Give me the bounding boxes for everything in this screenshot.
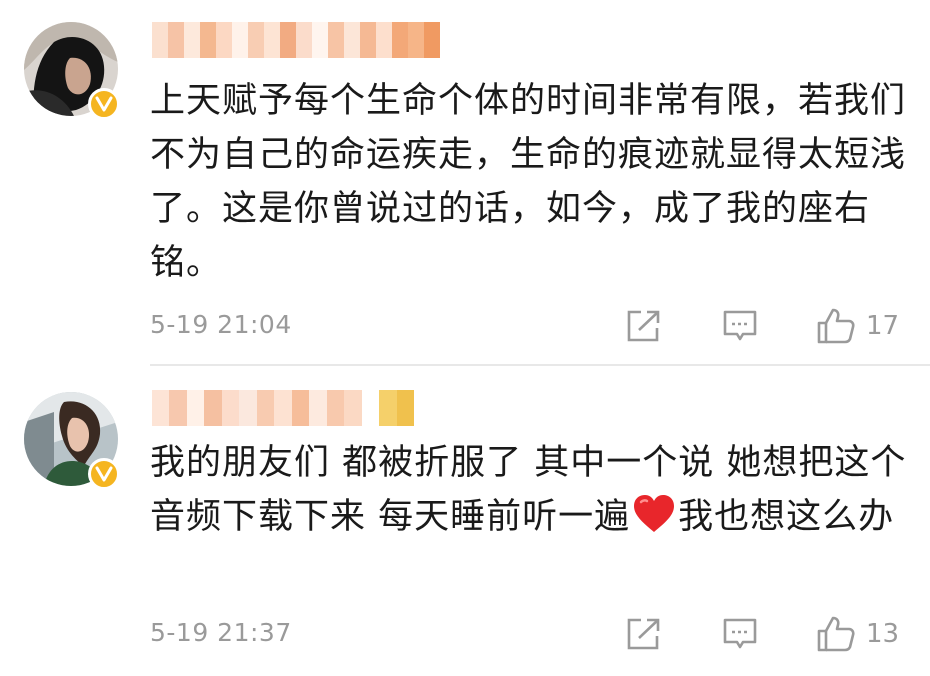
like-count: 13 — [866, 619, 900, 649]
comment-text-part-2: 我也想这么办 — [678, 497, 895, 537]
comment-footer: 5-19 21:37 13 — [0, 612, 930, 656]
verified-badge-icon — [88, 458, 120, 490]
share-button[interactable] — [626, 306, 662, 346]
verified-badge-icon — [88, 88, 120, 120]
share-icon — [627, 310, 660, 342]
comment-time: 5-19 21:04 — [150, 310, 292, 339]
reply-button[interactable] — [722, 306, 758, 346]
comment-icon — [723, 618, 757, 649]
username-pixelated[interactable] — [152, 390, 415, 426]
comment-time: 5-19 21:37 — [150, 618, 292, 647]
comment-footer: 5-19 21:04 17 — [0, 304, 930, 348]
avatar[interactable] — [24, 22, 120, 120]
reply-button[interactable] — [722, 614, 758, 654]
red-heart-icon — [632, 494, 676, 550]
avatar[interactable] — [24, 392, 120, 490]
thumbs-up-icon — [817, 616, 855, 652]
comment-item-2: 我的朋友们 都被折服了 其中一个说 她想把这个音频下载下来 每天睡前听一遍 我也想… — [0, 370, 930, 676]
comment-icon — [723, 310, 757, 341]
thumbs-up-icon — [817, 308, 855, 344]
comment-item-1: 上天赋予每个生命个体的时间非常有限，若我们不为自己的命运疾走，生命的痕迹就显得太… — [0, 0, 930, 368]
like-count: 17 — [866, 311, 900, 341]
comment-text: 上天赋予每个生命个体的时间非常有限，若我们不为自己的命运疾走，生命的痕迹就显得太… — [150, 81, 907, 283]
comment-text: 我的朋友们 都被折服了 其中一个说 她想把这个音频下载下来 每天睡前听一遍 我也想… — [150, 436, 910, 550]
like-button[interactable]: 13 — [816, 614, 899, 654]
like-button[interactable]: 17 — [816, 306, 899, 346]
share-button[interactable] — [626, 614, 662, 654]
divider — [150, 364, 930, 366]
username-pixelated[interactable] — [152, 22, 440, 58]
share-icon — [627, 618, 660, 650]
